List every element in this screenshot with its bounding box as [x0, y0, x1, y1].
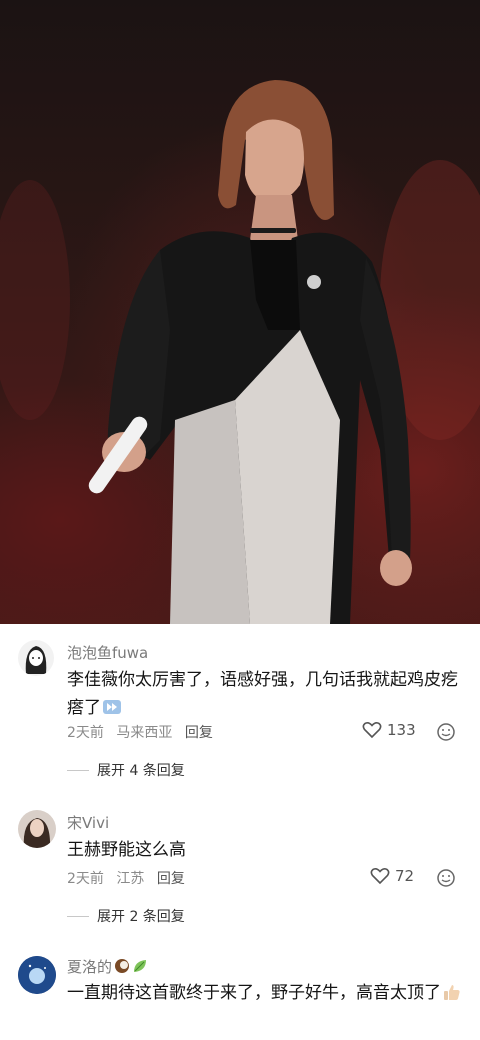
comment-body: 李佳薇你太厉害了，语感好强，几句话我就起鸡皮疙瘩了 — [67, 670, 458, 718]
comment-text: 李佳薇你太厉害了，语感好强，几句话我就起鸡皮疙瘩了 — [67, 666, 467, 722]
divider-line — [67, 915, 89, 917]
thumbs-up-emoji-icon — [443, 982, 461, 1000]
emoji-reaction-icon[interactable] — [436, 868, 456, 888]
expand-replies-button[interactable]: 展开 4 条回复 — [67, 760, 185, 780]
expand-replies-label: 展开 4 条回复 — [97, 763, 185, 779]
reply-button[interactable]: 回复 — [157, 871, 185, 887]
username[interactable]: 宋Vivi — [67, 812, 109, 833]
comment-time: 2天前 — [67, 871, 104, 887]
avatar[interactable] — [18, 640, 54, 676]
fast-forward-emoji-icon — [103, 696, 121, 714]
leaf-emoji-icon — [132, 958, 148, 974]
comment-meta: 2天前 江苏 回复 — [67, 868, 193, 888]
comment-body: 一直期待这首歌终于来了，野子好牛，高音太顶了 — [67, 983, 441, 1003]
heart-icon — [370, 868, 390, 885]
avatar[interactable] — [18, 810, 56, 848]
heart-icon — [362, 722, 382, 739]
comment-text: 王赫野能这么高 — [67, 840, 186, 860]
expand-replies-label: 展开 2 条回复 — [97, 909, 185, 925]
coconut-emoji-icon — [114, 958, 130, 974]
avatar[interactable] — [18, 956, 56, 994]
like-button[interactable]: 133 — [362, 721, 416, 739]
emoji-reaction-icon[interactable] — [436, 722, 456, 742]
avatar-drawing — [25, 646, 47, 674]
comment-location: 江苏 — [116, 871, 145, 887]
singer-illustration — [0, 80, 480, 624]
comment-meta: 2天前 马来西亚 回复 — [67, 722, 221, 742]
like-button[interactable]: 72 — [370, 867, 414, 885]
reply-button[interactable]: 回复 — [185, 725, 213, 741]
comment-location: 马来西亚 — [116, 725, 173, 741]
username-text: 夏洛的 — [67, 958, 113, 976]
comment-list: 泡泡鱼fuwa 李佳薇你太厉害了，语感好强，几句话我就起鸡皮疙瘩了 2天前 马来… — [0, 624, 480, 1040]
divider-line — [67, 769, 89, 771]
avatar-drawing — [23, 818, 51, 848]
comment-text: 一直期待这首歌终于来了，野子好牛，高音太顶了 — [67, 979, 467, 1007]
expand-replies-button[interactable]: 展开 2 条回复 — [67, 906, 185, 926]
comment-time: 2天前 — [67, 725, 104, 741]
performance-photo[interactable] — [0, 0, 480, 624]
username[interactable]: 泡泡鱼fuwa — [67, 642, 148, 663]
like-count: 72 — [395, 867, 415, 885]
avatar-drawing — [18, 956, 56, 994]
username[interactable]: 夏洛的 — [67, 956, 148, 977]
like-count: 133 — [387, 721, 416, 739]
